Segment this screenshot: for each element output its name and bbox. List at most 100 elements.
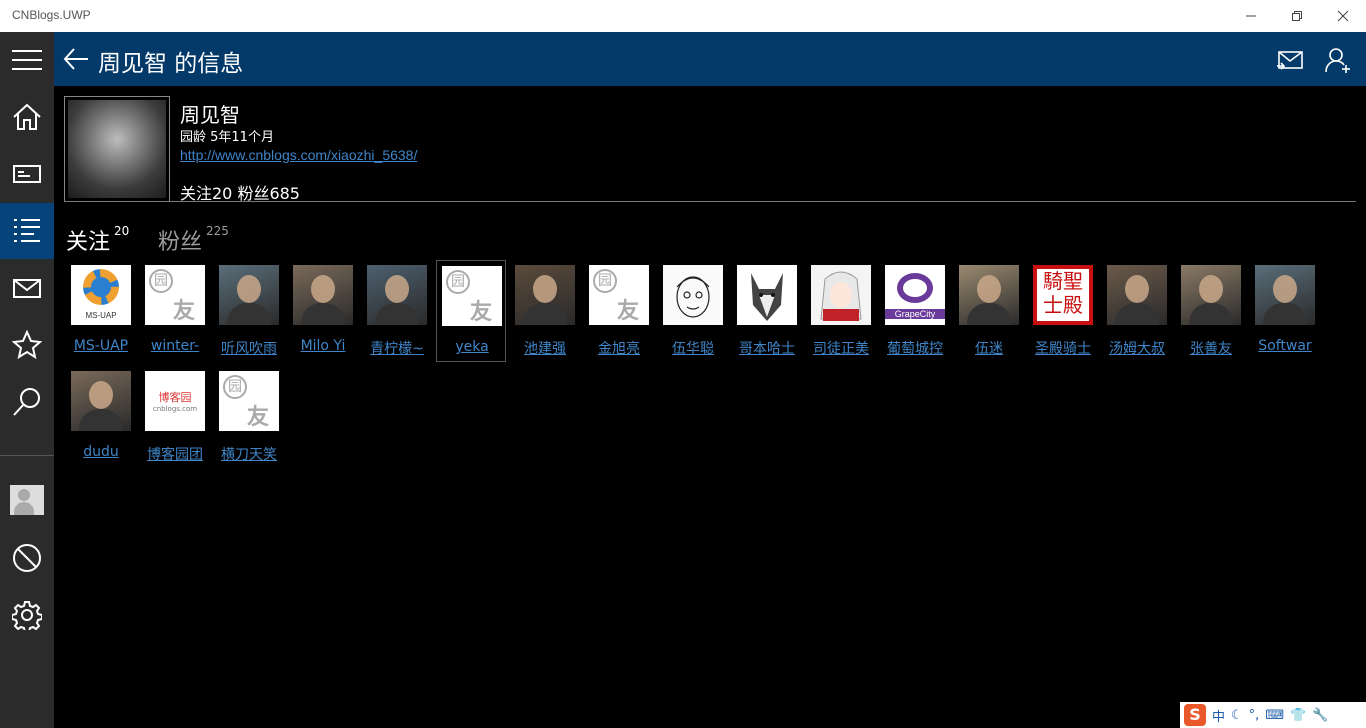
follow-item[interactable]: 园友金旭亮 — [584, 260, 654, 362]
follow-name-link[interactable]: 金旭亮 — [584, 338, 654, 358]
follow-item[interactable]: GrapeCity 葡萄城控 — [880, 260, 950, 362]
follow-item[interactable]: MS-UAP MS-UAP — [66, 260, 136, 362]
follow-avatar: 騎聖士殿 — [1033, 265, 1093, 325]
send-message-button[interactable] — [1274, 44, 1306, 76]
title-bar: CNBlogs.UWP — [0, 0, 1366, 32]
follow-item[interactable]: 哥本哈士 — [732, 260, 802, 362]
follow-item[interactable]: 汤姆大叔 — [1102, 260, 1172, 362]
page-header: 周见智 的信息 — [54, 32, 1366, 86]
follow-item[interactable]: 听风吹雨 — [214, 260, 284, 362]
follow-item[interactable]: 騎聖士殿 圣殿骑士 — [1028, 260, 1098, 362]
follow-avatar — [515, 265, 575, 325]
follow-name-link[interactable]: 伍华聪 — [658, 338, 728, 358]
account-avatar — [10, 485, 44, 515]
nav-home[interactable] — [0, 89, 54, 145]
follow-name-link[interactable]: 池建强 — [510, 338, 580, 358]
nav-mail[interactable] — [0, 260, 54, 316]
mail-icon — [13, 279, 41, 298]
follow-avatar: MS-UAP — [71, 265, 131, 325]
hamburger-menu-button[interactable] — [0, 32, 54, 88]
ime-mode[interactable]: 中 — [1212, 706, 1225, 725]
follow-name-link[interactable]: MS-UAP — [66, 338, 136, 354]
follow-avatar — [811, 265, 871, 325]
follow-item[interactable]: Softwar — [1250, 260, 1320, 362]
nav-block[interactable] — [0, 530, 54, 586]
follow-avatar — [663, 265, 723, 325]
add-follow-button[interactable] — [1322, 44, 1354, 76]
follow-item[interactable]: 伍迷 — [954, 260, 1024, 362]
nav-account[interactable] — [0, 472, 54, 528]
list-icon — [14, 219, 40, 242]
ime-logo-icon[interactable]: S — [1184, 704, 1206, 726]
keyboard-icon[interactable]: ⌨ — [1265, 708, 1284, 723]
follow-item[interactable]: 园友 yeka — [436, 260, 506, 362]
block-icon — [13, 544, 41, 572]
follow-name-link[interactable]: 伍迷 — [954, 338, 1024, 358]
nav-list[interactable] — [0, 203, 54, 259]
restore-button[interactable] — [1274, 0, 1320, 32]
follow-item[interactable]: 张善友 — [1176, 260, 1246, 362]
tab-fans-label: 粉丝 — [158, 230, 203, 255]
home-icon — [13, 103, 41, 130]
page-title: 周见智 的信息 — [98, 51, 244, 77]
add-user-icon — [1325, 48, 1350, 73]
follow-avatar: 园友 — [145, 265, 205, 325]
follow-item[interactable]: 司徒正美 — [806, 260, 876, 362]
punctuation-icon[interactable]: °, — [1249, 708, 1260, 723]
follow-name-link[interactable]: yeka — [437, 339, 507, 355]
nav-news[interactable] — [0, 146, 54, 202]
follow-name-link[interactable]: 博客园团 — [140, 444, 210, 464]
nav-settings[interactable] — [0, 587, 54, 643]
follow-item[interactable]: 园友 winter- — [140, 260, 210, 362]
hamburger-icon — [12, 50, 42, 70]
follow-item[interactable]: dudu — [66, 366, 136, 468]
follow-name-link[interactable]: 张善友 — [1176, 338, 1246, 358]
follow-avatar — [219, 265, 279, 325]
news-icon — [13, 165, 41, 183]
wrench-icon[interactable]: 🔧 — [1312, 708, 1328, 723]
follow-item[interactable]: 池建强 — [510, 260, 580, 362]
follow-name-link[interactable]: winter- — [140, 338, 210, 354]
follow-name-link[interactable]: Milo Yi — [288, 338, 358, 354]
app-title: CNBlogs.UWP — [12, 8, 91, 22]
follow-avatar: 博客园 cnblogs.com — [145, 371, 205, 431]
follow-avatar — [1107, 265, 1167, 325]
nav-search[interactable] — [0, 374, 54, 430]
follow-item[interactable]: 青柠檬~ — [362, 260, 432, 362]
follow-item[interactable]: Milo Yi — [288, 260, 358, 362]
tab-fans-count: 225 — [206, 224, 229, 238]
follow-name-link[interactable]: 听风吹雨 — [214, 338, 284, 358]
nav-favorites[interactable] — [0, 317, 54, 373]
follow-name-link[interactable]: 横刀天笑 — [214, 444, 284, 464]
follow-name-link[interactable]: 司徒正美 — [806, 338, 876, 358]
follow-name-link[interactable]: 圣殿骑士 — [1028, 338, 1098, 358]
profile-avatar — [64, 96, 170, 202]
close-button[interactable] — [1320, 0, 1366, 32]
shirt-icon[interactable]: 👕 — [1290, 708, 1306, 723]
star-icon — [12, 330, 42, 360]
follow-item[interactable]: 博客园 cnblogs.com 博客园团 — [140, 366, 210, 468]
gear-icon — [12, 601, 42, 630]
profile-url-link[interactable]: http://www.cnblogs.com/xiaozhi_5638/ — [180, 147, 417, 163]
back-arrow-icon[interactable] — [62, 45, 90, 73]
follow-name-link[interactable]: 青柠檬~ — [362, 338, 432, 358]
follow-name-link[interactable]: 哥本哈士 — [732, 338, 802, 358]
follow-item[interactable]: 园友横刀天笑 — [214, 366, 284, 468]
follow-name-link[interactable]: Softwar — [1250, 338, 1320, 354]
follow-avatar: 园友 — [589, 265, 649, 325]
follow-avatar: 园友 — [219, 371, 279, 431]
follow-avatar — [1255, 265, 1315, 325]
follow-name-link[interactable]: dudu — [66, 444, 136, 460]
tab-fans[interactable]: 粉丝 225 — [158, 224, 229, 256]
moon-icon[interactable]: ☾ — [1231, 708, 1243, 723]
follow-item[interactable]: 伍华聪 — [658, 260, 728, 362]
follow-avatar — [959, 265, 1019, 325]
follow-avatar — [367, 265, 427, 325]
minimize-button[interactable] — [1228, 0, 1274, 32]
send-mail-icon — [1277, 51, 1303, 70]
tab-follows-label: 关注 — [66, 230, 111, 255]
tab-follows[interactable]: 关注 20 — [66, 224, 129, 256]
follow-name-link[interactable]: 葡萄城控 — [880, 338, 950, 358]
profile-age: 园龄 5年11个月 — [180, 130, 274, 145]
follow-name-link[interactable]: 汤姆大叔 — [1102, 338, 1172, 358]
